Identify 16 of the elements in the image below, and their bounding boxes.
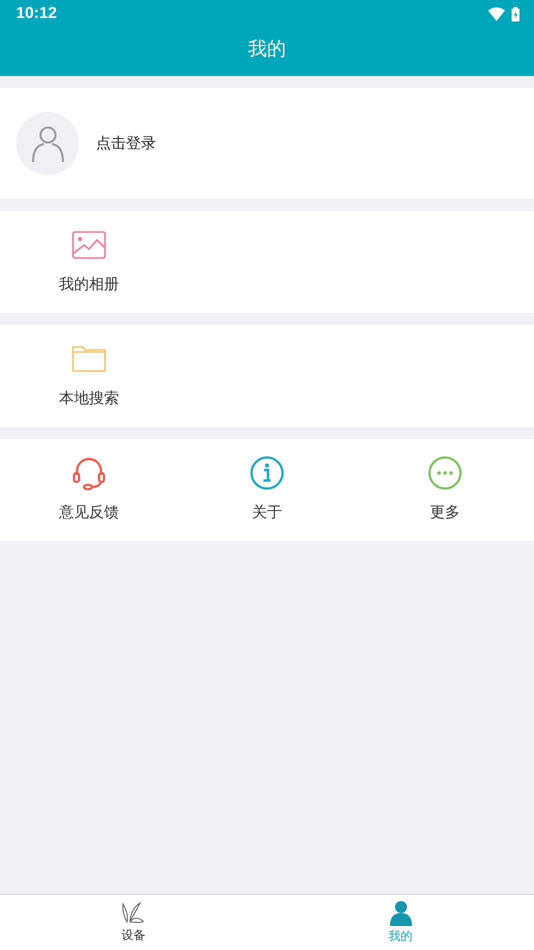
status-time: 10:12 bbox=[16, 5, 57, 23]
page-title: 我的 bbox=[248, 37, 286, 62]
menu-item[interactable]: 我的相册 bbox=[0, 211, 178, 313]
info-icon bbox=[249, 455, 285, 491]
wifi-icon bbox=[488, 7, 505, 21]
menu-item[interactable]: 更多 bbox=[356, 439, 534, 541]
login-link[interactable]: 点击登录 bbox=[96, 134, 156, 153]
leaf-icon bbox=[120, 901, 146, 925]
battery-icon bbox=[511, 6, 520, 22]
more-icon bbox=[427, 455, 463, 491]
menu-item[interactable]: 本地搜索 bbox=[0, 325, 178, 427]
headset-icon bbox=[71, 455, 107, 491]
tab[interactable]: 设备 bbox=[0, 895, 267, 950]
menu-item[interactable]: 意见反馈 bbox=[0, 439, 178, 541]
person-icon bbox=[388, 900, 412, 926]
menu-item[interactable]: 关于 bbox=[178, 439, 356, 541]
